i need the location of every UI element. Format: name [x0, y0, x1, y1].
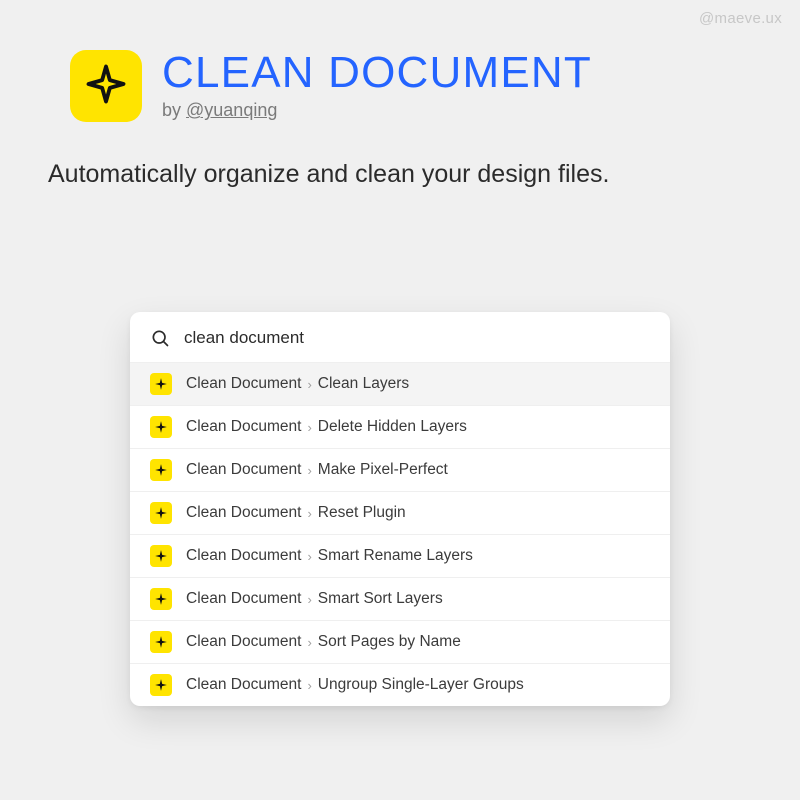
chevron-right-icon: › [307, 377, 311, 392]
command-label: Clean Document › Smart Rename Layers [186, 547, 473, 565]
plugin-description: Automatically organize and clean your de… [0, 122, 800, 192]
sparkle-icon [85, 63, 127, 110]
watermark-handle: @maeve.ux [699, 10, 782, 27]
chevron-right-icon: › [307, 592, 311, 607]
command-label: Clean Document › Sort Pages by Name [186, 633, 461, 651]
command-action: Delete Hidden Layers [318, 418, 467, 436]
command-parent: Clean Document [186, 590, 301, 608]
command-label: Clean Document › Ungroup Single-Layer Gr… [186, 676, 524, 694]
command-parent: Clean Document [186, 504, 301, 522]
plugin-icon-small [150, 545, 172, 567]
plugin-header: CLEAN DOCUMENT by @yuanqing [0, 0, 800, 122]
command-parent: Clean Document [186, 676, 301, 694]
command-row[interactable]: Clean Document › Ungroup Single-Layer Gr… [130, 663, 670, 706]
command-parent: Clean Document [186, 461, 301, 479]
plugin-icon-small [150, 373, 172, 395]
title-block: CLEAN DOCUMENT by @yuanqing [162, 50, 592, 121]
command-label: Clean Document › Make Pixel-Perfect [186, 461, 448, 479]
sparkle-icon [154, 420, 168, 434]
chevron-right-icon: › [307, 549, 311, 564]
command-parent: Clean Document [186, 375, 301, 393]
chevron-right-icon: › [307, 463, 311, 478]
author-link[interactable]: @yuanqing [186, 100, 277, 120]
plugin-icon-small [150, 502, 172, 524]
byline-prefix: by [162, 100, 186, 120]
plugin-icon-small [150, 631, 172, 653]
command-palette: Clean Document › Clean Layers Clean Docu… [130, 312, 670, 706]
command-action: Sort Pages by Name [318, 633, 461, 651]
command-action: Clean Layers [318, 375, 409, 393]
command-row[interactable]: Clean Document › Smart Sort Layers [130, 577, 670, 620]
search-row [130, 312, 670, 362]
plugin-icon-small [150, 674, 172, 696]
search-input[interactable] [184, 328, 650, 348]
sparkle-icon [154, 678, 168, 692]
command-row[interactable]: Clean Document › Reset Plugin [130, 491, 670, 534]
command-row[interactable]: Clean Document › Smart Rename Layers [130, 534, 670, 577]
chevron-right-icon: › [307, 420, 311, 435]
command-label: Clean Document › Delete Hidden Layers [186, 418, 467, 436]
command-action: Ungroup Single-Layer Groups [318, 676, 524, 694]
command-label: Clean Document › Clean Layers [186, 375, 409, 393]
sparkle-icon [154, 506, 168, 520]
sparkle-icon [154, 463, 168, 477]
sparkle-icon [154, 592, 168, 606]
command-parent: Clean Document [186, 547, 301, 565]
command-row[interactable]: Clean Document › Sort Pages by Name [130, 620, 670, 663]
sparkle-icon [154, 549, 168, 563]
results-list: Clean Document › Clean Layers Clean Docu… [130, 362, 670, 706]
command-action: Make Pixel-Perfect [318, 461, 448, 479]
command-label: Clean Document › Smart Sort Layers [186, 590, 443, 608]
chevron-right-icon: › [307, 506, 311, 521]
plugin-byline: by @yuanqing [162, 100, 592, 121]
plugin-icon-small [150, 588, 172, 610]
plugin-icon-small [150, 416, 172, 438]
command-row[interactable]: Clean Document › Delete Hidden Layers [130, 405, 670, 448]
sparkle-icon [154, 377, 168, 391]
command-row[interactable]: Clean Document › Make Pixel-Perfect [130, 448, 670, 491]
command-row[interactable]: Clean Document › Clean Layers [130, 362, 670, 405]
command-parent: Clean Document [186, 418, 301, 436]
search-icon [150, 328, 170, 348]
command-action: Smart Sort Layers [318, 590, 443, 608]
chevron-right-icon: › [307, 635, 311, 650]
command-parent: Clean Document [186, 633, 301, 651]
command-action: Smart Rename Layers [318, 547, 473, 565]
command-action: Reset Plugin [318, 504, 406, 522]
plugin-icon-small [150, 459, 172, 481]
sparkle-icon [154, 635, 168, 649]
plugin-app-icon [70, 50, 142, 122]
plugin-title: CLEAN DOCUMENT [162, 50, 592, 96]
command-label: Clean Document › Reset Plugin [186, 504, 406, 522]
chevron-right-icon: › [307, 678, 311, 693]
